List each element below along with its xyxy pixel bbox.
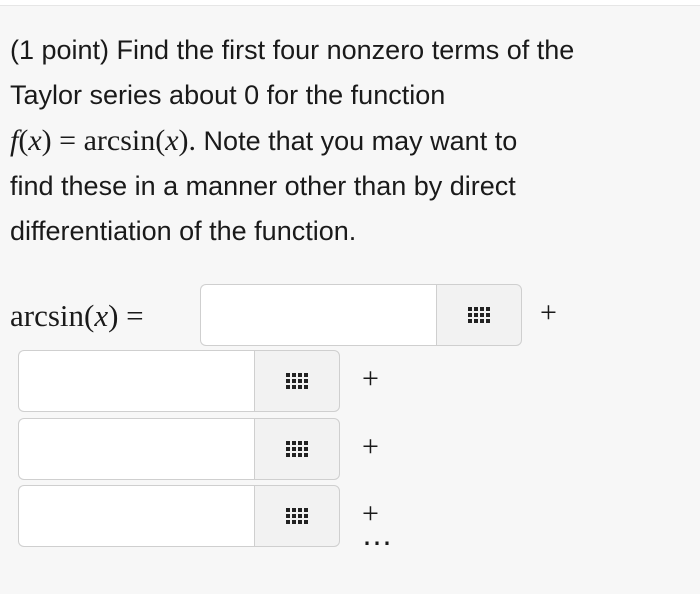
equation-editor-button-4[interactable] — [254, 485, 340, 547]
answer-input-2[interactable] — [19, 351, 254, 411]
problem-line-2: Taylor series about 0 for the function — [10, 80, 446, 110]
equation-editor-button-3[interactable] — [254, 418, 340, 480]
answer-input-1[interactable] — [201, 285, 436, 345]
answer-lhs: arcsin(x) = — [10, 298, 144, 334]
answer-field-3[interactable] — [18, 418, 254, 480]
plus-sign-3: + — [362, 430, 379, 463]
answer-input-4[interactable] — [19, 486, 254, 546]
grid-icon — [286, 508, 308, 524]
math-f: f — [10, 124, 19, 157]
lhs-x: x — [94, 298, 109, 333]
answer-field-1[interactable] — [200, 284, 436, 346]
lhs-close: ) = — [108, 298, 144, 333]
math-x: x — [28, 124, 42, 157]
problem-line-5: differentiation of the function. — [10, 216, 357, 246]
equation-editor-button-2[interactable] — [254, 350, 340, 412]
math-x2: x — [165, 124, 179, 157]
function-expression: f(x) = arcsin(x). — [10, 124, 197, 157]
answer-field-4[interactable] — [18, 485, 254, 547]
problem-statement: (1 point) Find the first four nonzero te… — [10, 28, 690, 254]
problem-line-3: f(x) = arcsin(x). Note that you may want… — [10, 118, 690, 164]
math-eq: = arcsin( — [51, 124, 166, 157]
problem-line-4: find these in a manner other than by dir… — [10, 171, 516, 201]
top-border — [0, 0, 700, 6]
lhs-fn: arcsin( — [10, 298, 95, 333]
problem-line-1: (1 point) Find the first four nonzero te… — [10, 35, 575, 65]
equation-editor-button-1[interactable] — [436, 284, 522, 346]
answer-input-3[interactable] — [19, 419, 254, 479]
plus-sign-2: + — [362, 362, 379, 395]
plus-ellipsis: + ⋯ — [362, 497, 392, 560]
answer-field-2[interactable] — [18, 350, 254, 412]
grid-icon — [468, 307, 490, 323]
problem-line-3-text: Note that you may want to — [196, 126, 518, 156]
grid-icon — [286, 373, 308, 389]
math-close: ). — [178, 124, 197, 157]
plus-sign-1: + — [540, 296, 557, 329]
grid-icon — [286, 441, 308, 457]
